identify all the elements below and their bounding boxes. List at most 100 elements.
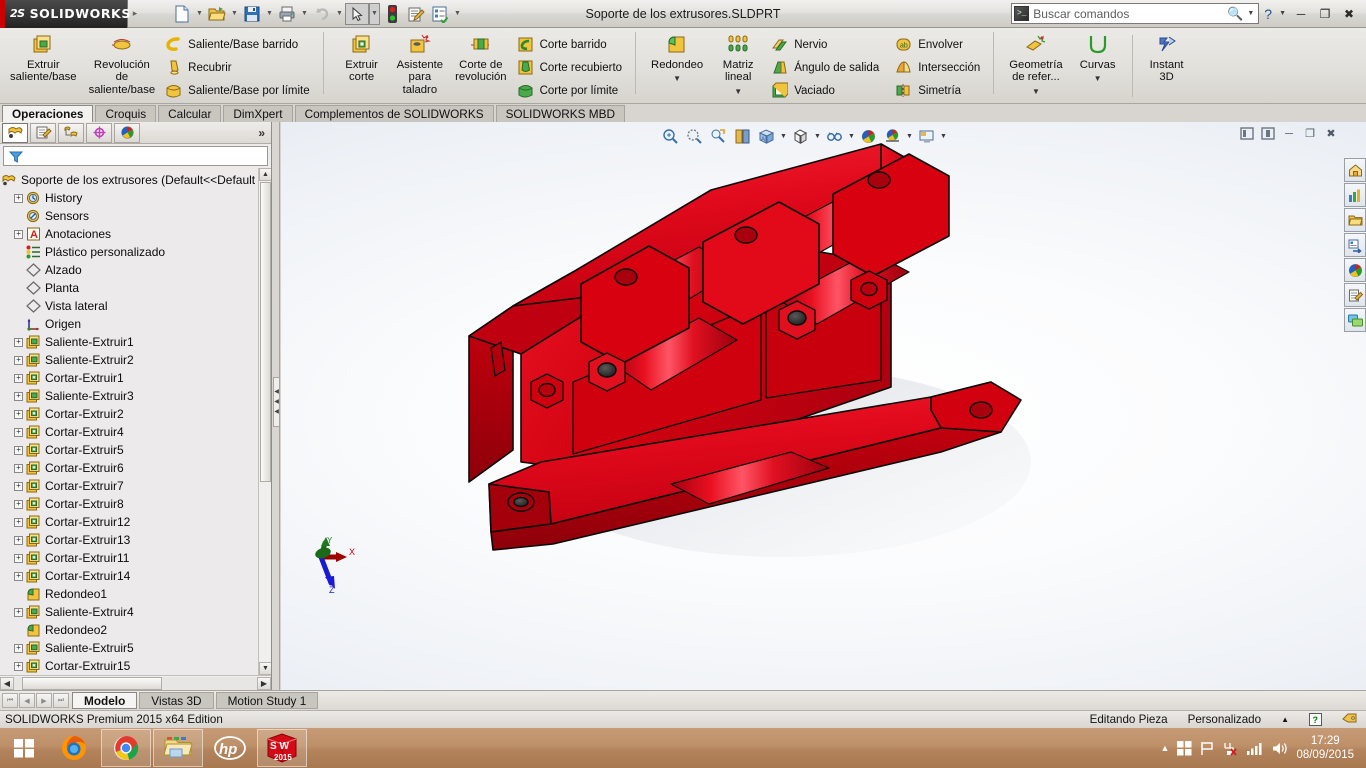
- extrude-cut-button[interactable]: Extruir corte: [333, 31, 391, 86]
- scroll-down-icon[interactable]: ▼: [259, 662, 271, 675]
- tree-node[interactable]: Redondeo1: [0, 585, 271, 603]
- search-icon[interactable]: 🔍: [1227, 6, 1243, 22]
- tab-calcular[interactable]: Calcular: [158, 105, 222, 122]
- rib-button[interactable]: Nervio: [767, 35, 883, 54]
- close-window-button[interactable]: ✖: [1338, 4, 1360, 24]
- graphics-viewport[interactable]: A ▼ ▼ ▼ ▼ ▼ ─ ❐ ✖ X Y Z: [281, 122, 1366, 690]
- print-document-dropdown-icon[interactable]: ▼: [299, 3, 310, 25]
- tree-expand-toggle[interactable]: +: [14, 391, 23, 401]
- print-document-button[interactable]: [275, 3, 299, 25]
- tree-node[interactable]: Vista lateral: [0, 297, 271, 315]
- view-palette-tab[interactable]: [1344, 233, 1366, 257]
- maximize-doc-icon[interactable]: [1259, 125, 1277, 142]
- restore-down-left-icon[interactable]: [1238, 125, 1256, 142]
- select-tool-dropdown-icon[interactable]: ▼: [369, 2, 380, 25]
- save-document-button[interactable]: [240, 3, 264, 25]
- tree-node[interactable]: Alzado: [0, 261, 271, 279]
- scroll-up-icon[interactable]: ▲: [259, 168, 271, 181]
- tree-expand-toggle[interactable]: +: [14, 427, 23, 437]
- configuration-manager-tab[interactable]: [58, 122, 84, 143]
- tree-expand-toggle[interactable]: +: [14, 517, 23, 527]
- last-tab-icon[interactable]: ⏭: [53, 693, 69, 708]
- help-dropdown-icon[interactable]: ▼: [1277, 10, 1288, 17]
- tree-node[interactable]: + Cortar-Extruir13: [0, 531, 271, 549]
- prev-tab-icon[interactable]: ◀: [19, 693, 35, 708]
- swept-boss-base-button[interactable]: Saliente/Base barrido: [161, 35, 313, 54]
- loft-button[interactable]: Recubrir: [161, 58, 313, 77]
- tab-modelo[interactable]: Modelo: [72, 692, 138, 709]
- scroll-left-icon[interactable]: ◀: [0, 676, 14, 690]
- tree-expand-toggle[interactable]: +: [14, 607, 23, 617]
- select-tool-button[interactable]: [345, 2, 369, 25]
- tree-expand-toggle[interactable]: +: [14, 445, 23, 455]
- tree-expand-toggle[interactable]: +: [14, 535, 23, 545]
- tab-complementos-solidworks[interactable]: Complementos de SOLIDWORKS: [294, 105, 494, 122]
- tree-node[interactable]: + A Anotaciones: [0, 225, 271, 243]
- tags-icon[interactable]: [1342, 713, 1358, 726]
- tree-node[interactable]: Origen: [0, 315, 271, 333]
- restore-window-button[interactable]: ❐: [1314, 4, 1336, 24]
- tree-expand-toggle[interactable]: +: [14, 337, 23, 347]
- feature-tree-hscrollbar[interactable]: ◀ ▶: [0, 675, 271, 690]
- tree-node[interactable]: + Cortar-Extruir1: [0, 369, 271, 387]
- tree-expand-toggle[interactable]: +: [14, 661, 23, 671]
- linear-pattern-dropdown-icon[interactable]: ▼: [734, 87, 742, 96]
- open-document-dropdown-icon[interactable]: ▼: [229, 3, 240, 25]
- shell-button[interactable]: Vaciado: [767, 81, 883, 100]
- appearances-scenes-tab[interactable]: [1344, 258, 1366, 282]
- next-tab-icon[interactable]: ▶: [36, 693, 52, 708]
- network-error-icon[interactable]: [1222, 741, 1238, 756]
- tree-node[interactable]: + Cortar-Extruir8: [0, 495, 271, 513]
- tree-node[interactable]: + Cortar-Extruir15: [0, 657, 271, 675]
- first-tab-icon[interactable]: ⏮: [2, 693, 18, 708]
- curves-dropdown-icon[interactable]: ▼: [1094, 74, 1102, 83]
- tree-expand-toggle[interactable]: +: [14, 571, 23, 581]
- save-document-dropdown-icon[interactable]: ▼: [264, 3, 275, 25]
- tree-expand-toggle[interactable]: +: [14, 481, 23, 491]
- feature-manager-tab[interactable]: [2, 122, 28, 143]
- tree-node[interactable]: + Saliente-Extruir5: [0, 639, 271, 657]
- close-doc-icon[interactable]: ✖: [1322, 125, 1340, 142]
- model-3d-view[interactable]: [461, 132, 1041, 562]
- feature-tree-vscrollbar[interactable]: ▲ ▼: [258, 168, 271, 675]
- hscroll-thumb[interactable]: [22, 676, 162, 690]
- scroll-thumb[interactable]: [260, 182, 271, 482]
- tree-node[interactable]: Plástico personalizado: [0, 243, 271, 261]
- sw-resources-tab[interactable]: [1344, 158, 1366, 182]
- lofted-cut-button[interactable]: Corte recubierto: [513, 58, 626, 77]
- tree-expand-toggle[interactable]: +: [14, 229, 23, 239]
- boundary-cut-button[interactable]: Corte por límite: [513, 81, 626, 100]
- curves-button[interactable]: Curvas: [1069, 31, 1127, 73]
- solidworks-taskbar-icon[interactable]: S W 2015: [257, 729, 307, 767]
- tree-node[interactable]: + Cortar-Extruir5: [0, 441, 271, 459]
- tab-dimxpert[interactable]: DimXpert: [223, 105, 293, 122]
- tree-node[interactable]: + Cortar-Extruir11: [0, 549, 271, 567]
- tree-node[interactable]: Redondeo2: [0, 621, 271, 639]
- feature-manager-more-icon[interactable]: »: [258, 126, 265, 140]
- options-button[interactable]: [428, 3, 452, 25]
- help-icon[interactable]: ?: [1261, 6, 1275, 22]
- custom-properties-tab[interactable]: [1344, 283, 1366, 307]
- hp-taskbar-icon[interactable]: hp: [205, 729, 255, 767]
- search-dropdown-icon[interactable]: ▼: [1245, 10, 1256, 17]
- boundary-boss-base-button[interactable]: Saliente/Base por límite: [161, 81, 313, 100]
- dimxpert-manager-tab[interactable]: [86, 122, 112, 143]
- panel-splitter[interactable]: ◀ ◀ ◀: [272, 122, 280, 690]
- design-library-tab[interactable]: [1344, 183, 1366, 207]
- fillet-dropdown-icon[interactable]: ▼: [673, 74, 681, 83]
- taskbar-clock[interactable]: 17:29 08/09/2015: [1296, 734, 1358, 762]
- tree-node[interactable]: + Cortar-Extruir4: [0, 423, 271, 441]
- options-dropdown-icon[interactable]: ▼: [452, 3, 463, 25]
- revolve-cut-button[interactable]: Corte de revolución: [449, 31, 513, 86]
- undo-button[interactable]: [310, 3, 334, 25]
- solidworks-forum-tab[interactable]: [1344, 308, 1366, 332]
- tab-vistas-3d[interactable]: Vistas 3D: [139, 692, 214, 709]
- volume-icon[interactable]: [1271, 741, 1288, 756]
- tree-expand-toggle[interactable]: +: [14, 409, 23, 419]
- draft-button[interactable]: Ángulo de salida: [767, 58, 883, 77]
- action-center-flag-icon[interactable]: [1200, 741, 1214, 756]
- fillet-button[interactable]: Redondeo: [645, 31, 709, 73]
- tree-node[interactable]: + Cortar-Extruir7: [0, 477, 271, 495]
- show-hidden-icons[interactable]: ▲: [1161, 743, 1170, 753]
- tab-motion-study-1[interactable]: Motion Study 1: [215, 692, 319, 709]
